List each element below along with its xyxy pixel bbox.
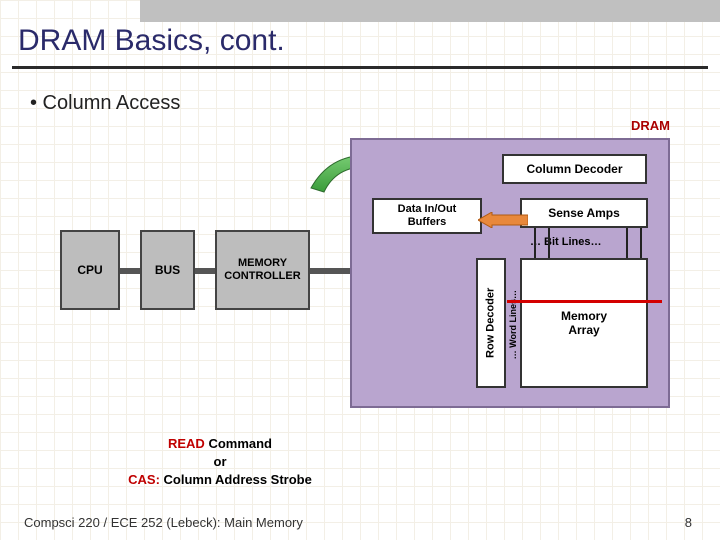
memory-array-block: Memory Array — [520, 258, 648, 388]
dram-container: DRAM Column Decoder Data In/Out Buffers … — [350, 138, 670, 408]
caption-read-red: READ — [168, 436, 205, 451]
sense-amps-block: Sense Amps — [520, 198, 648, 228]
caption-cas-rest: Column Address Strobe — [160, 472, 312, 487]
dram-label: DRAM — [631, 118, 670, 133]
bit-lines-label: … Bit Lines… — [530, 236, 602, 248]
top-gray-bar — [140, 0, 720, 22]
bullet-column-access: • Column Access — [30, 92, 180, 115]
slide-title: DRAM Basics, cont. — [18, 24, 285, 58]
memory-controller-block: MEMORY CONTROLLER — [215, 230, 310, 310]
active-row-highlight — [507, 300, 662, 303]
diagram: CPU BUS MEMORY CONTROLLER ** DRAM Column… — [60, 130, 680, 480]
column-decoder-block: Column Decoder — [502, 154, 647, 184]
caption: READ Command or CAS: Column Address Stro… — [110, 435, 330, 490]
data-buffers-block: Data In/Out Buffers — [372, 198, 482, 234]
cpu-block: CPU — [60, 230, 120, 310]
cpu-bus-connector — [120, 268, 140, 274]
sense-to-buffer-arrow-icon — [478, 212, 528, 228]
title-underline — [12, 66, 708, 69]
caption-cas-red: CAS: — [128, 472, 160, 487]
mc-dram-connector — [310, 268, 350, 274]
footer-text: Compsci 220 / ECE 252 (Lebeck): Main Mem… — [24, 515, 303, 530]
bus-mc-connector — [195, 268, 215, 274]
caption-read-rest: Command — [205, 436, 272, 451]
bus-block: BUS — [140, 230, 195, 310]
caption-or: or — [110, 453, 330, 471]
row-decoder-block: Row Decoder — [476, 258, 506, 388]
page-number: 8 — [685, 515, 692, 530]
